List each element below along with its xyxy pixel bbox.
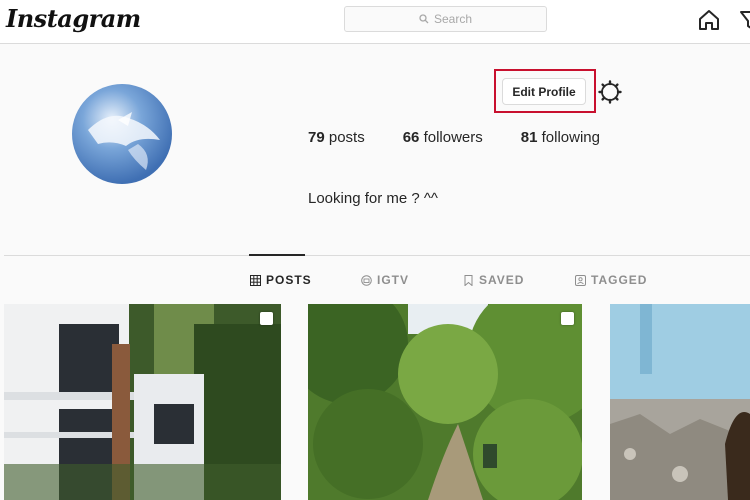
instagram-logo[interactable]: Instagram [6, 4, 141, 33]
multiple-images-icon [260, 312, 273, 325]
post-tile[interactable] [4, 304, 281, 500]
tab-igtv-label: IGTV [377, 273, 410, 287]
followers-label: followers [419, 129, 483, 146]
active-tab-indicator [249, 254, 305, 256]
followers-count: 66 [402, 129, 420, 146]
search-icon [419, 14, 429, 24]
post-image-house [4, 304, 281, 500]
post-image-forest [308, 304, 582, 500]
tab-tagged-label: TAGGED [591, 273, 648, 287]
following-label: following [537, 129, 600, 146]
settings-gear-icon[interactable] [598, 80, 622, 104]
tag-icon [575, 274, 586, 286]
tab-saved[interactable]: SAVED [463, 273, 524, 287]
igtv-icon [361, 274, 372, 286]
followers-stat[interactable]: 66 followers [403, 129, 483, 146]
top-navigation: Instagram Search [0, 0, 750, 44]
profile-stats: 79 posts 66 followers 81 following [308, 129, 638, 146]
posts-label: posts [324, 129, 365, 146]
home-icon[interactable] [697, 8, 721, 32]
tab-posts-label: POSTS [266, 273, 312, 287]
tab-posts[interactable]: POSTS [250, 273, 312, 287]
posts-stat: 79 posts [308, 129, 365, 146]
posts-count: 79 [308, 129, 325, 146]
edit-profile-button[interactable]: Edit Profile [502, 78, 586, 105]
post-tile[interactable] [308, 304, 582, 500]
bookmark-icon [464, 274, 473, 286]
tab-saved-label: SAVED [479, 273, 525, 287]
post-image-wall [610, 304, 750, 500]
following-count: 81 [520, 129, 538, 146]
search-input[interactable]: Search [344, 6, 547, 32]
post-tile[interactable] [610, 304, 750, 500]
multiple-images-icon [561, 312, 574, 325]
avatar[interactable] [68, 80, 176, 188]
tab-igtv[interactable]: IGTV [361, 273, 409, 287]
grid-icon [250, 274, 261, 286]
profile-bio: Looking for me ? ^^ [308, 190, 438, 207]
tabs-divider [4, 255, 750, 256]
explore-icon[interactable] [738, 8, 750, 32]
tab-tagged[interactable]: TAGGED [575, 273, 647, 287]
following-stat[interactable]: 81 following [521, 129, 600, 146]
search-placeholder: Search [433, 12, 473, 26]
